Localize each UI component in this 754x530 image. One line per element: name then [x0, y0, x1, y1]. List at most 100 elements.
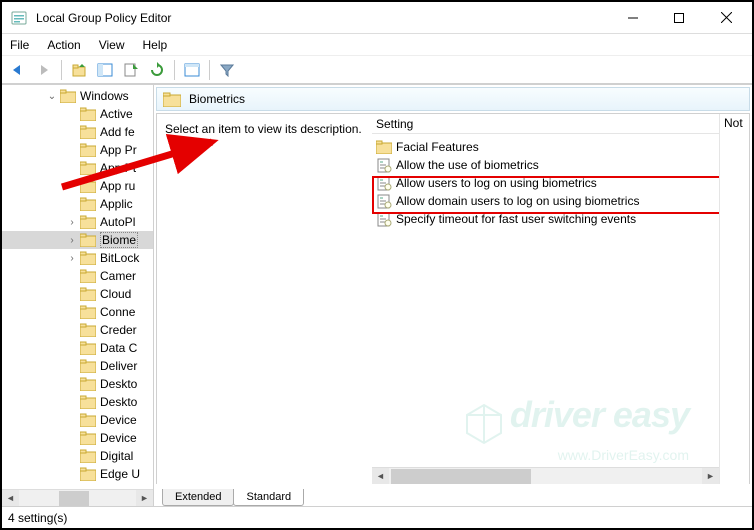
folder-icon — [80, 287, 96, 301]
folder-icon — [80, 107, 96, 121]
list-item-label: Allow users to log on using biometrics — [396, 176, 597, 190]
window-title: Local Group Policy Editor — [36, 11, 610, 25]
menu-action[interactable]: Action — [47, 38, 80, 52]
scroll-right-button[interactable]: ► — [136, 490, 153, 507]
content-area: ⌄WindowsActive Add fe App Pr App Pt App ru Ap… — [2, 84, 752, 506]
tab-standard[interactable]: Standard — [233, 489, 304, 506]
tree-item[interactable]: Add fe — [2, 123, 153, 141]
menu-help[interactable]: Help — [143, 38, 168, 52]
folder-icon — [80, 179, 96, 193]
main-header: Biometrics — [156, 87, 750, 111]
menu-file[interactable]: File — [10, 38, 29, 52]
list-scrollbar-horizontal[interactable]: ◄ ► — [372, 467, 719, 484]
scroll-left-button[interactable]: ◄ — [2, 490, 19, 507]
column-header-state[interactable]: Not — [724, 116, 745, 134]
tree-item[interactable]: ›Biome — [2, 231, 153, 249]
scroll-right-button[interactable]: ► — [702, 468, 719, 485]
tree-item[interactable]: Deskto — [2, 393, 153, 411]
minimize-button[interactable] — [610, 2, 656, 33]
tree-item[interactable]: Digital — [2, 447, 153, 465]
list-item-label: Facial Features — [396, 140, 479, 154]
list-item[interactable]: Allow users to log on using biometrics — [372, 174, 719, 192]
forward-button[interactable] — [32, 59, 56, 81]
tree-item-label: Applic — [100, 197, 133, 211]
scroll-thumb[interactable] — [59, 491, 89, 506]
list-item[interactable]: Specify timeout for fast user switching … — [372, 210, 719, 228]
tree-item-label: Edge U — [100, 467, 140, 481]
tree-item[interactable]: Creder — [2, 321, 153, 339]
show-hide-tree-button[interactable] — [93, 59, 117, 81]
folder-icon — [80, 377, 96, 391]
tree-item[interactable]: App Pr — [2, 141, 153, 159]
filter-button[interactable] — [215, 59, 239, 81]
list-item-label: Allow domain users to log on using biome… — [396, 194, 639, 208]
tree-item[interactable]: Active — [2, 105, 153, 123]
up-button[interactable] — [67, 59, 91, 81]
expander-icon[interactable]: › — [66, 235, 78, 246]
tree-item[interactable]: Deskto — [2, 375, 153, 393]
scroll-left-button[interactable]: ◄ — [372, 468, 389, 485]
tree-item[interactable]: Applic — [2, 195, 153, 213]
tree-item[interactable]: Camer — [2, 267, 153, 285]
toolbar-separator — [61, 60, 62, 80]
menu-view[interactable]: View — [99, 38, 125, 52]
folder-icon — [80, 269, 96, 283]
folder-icon — [163, 92, 181, 107]
list-item[interactable]: Allow the use of biometrics — [372, 156, 719, 174]
list-item-label: Allow the use of biometrics — [396, 158, 539, 172]
tree-scrollbar-horizontal[interactable]: ◄ ► — [2, 489, 153, 506]
refresh-button[interactable] — [145, 59, 169, 81]
tree: ⌄WindowsActive Add fe App Pr App Pt App ru Ap… — [2, 85, 153, 485]
maximize-button[interactable] — [656, 2, 702, 33]
tree-item-label: App ru — [100, 179, 135, 193]
list-item[interactable]: Facial Features — [372, 138, 719, 156]
tree-item[interactable]: Device — [2, 411, 153, 429]
tree-item[interactable]: Deliver — [2, 357, 153, 375]
app-window: Local Group Policy Editor File Action Vi… — [0, 0, 754, 530]
tree-item[interactable]: ›BitLock — [2, 249, 153, 267]
expander-icon[interactable]: › — [66, 253, 78, 264]
tree-item-label: Digital — [100, 449, 133, 463]
tree-item-label: App Pt — [100, 161, 136, 175]
close-button[interactable] — [702, 2, 750, 33]
toolbar-separator — [174, 60, 175, 80]
tree-item[interactable]: App Pt — [2, 159, 153, 177]
tree-item-root[interactable]: ⌄Windows — [2, 87, 153, 105]
column-state: Not — [719, 114, 749, 484]
app-icon — [10, 9, 28, 27]
tree-item-label: Add fe — [100, 125, 135, 139]
settings-list: Setting Facial Features Allow the use of … — [372, 114, 719, 484]
tree-item[interactable]: Conne — [2, 303, 153, 321]
export-list-button[interactable] — [119, 59, 143, 81]
tab-extended[interactable]: Extended — [162, 489, 234, 506]
tree-item[interactable]: Device — [2, 429, 153, 447]
folder-icon — [60, 89, 76, 103]
folder-icon — [80, 449, 96, 463]
properties-button[interactable] — [180, 59, 204, 81]
list-items: Facial Features Allow the use of biometri… — [372, 134, 719, 232]
back-button[interactable] — [6, 59, 30, 81]
tree-item[interactable]: Data C — [2, 339, 153, 357]
list-item[interactable]: Allow domain users to log on using biome… — [372, 192, 719, 210]
folder-icon — [80, 359, 96, 373]
tree-item[interactable]: ›AutoPl — [2, 213, 153, 231]
folder-icon — [80, 395, 96, 409]
expander-icon[interactable]: ⌄ — [46, 91, 58, 102]
list-item-label: Specify timeout for fast user switching … — [396, 212, 636, 226]
tree-item-label: Data C — [100, 341, 137, 355]
folder-icon — [80, 431, 96, 445]
tree-item[interactable]: Edge U — [2, 465, 153, 483]
folder-icon — [80, 323, 96, 337]
tree-item[interactable]: App ru — [2, 177, 153, 195]
tree-item[interactable]: Cloud — [2, 285, 153, 303]
tree-item-label: Deskto — [100, 377, 137, 391]
tree-item-label: App Pr — [100, 143, 137, 157]
tree-scroll[interactable]: ⌄WindowsActive Add fe App Pr App Pt App ru Ap… — [2, 85, 153, 489]
tree-item-label: Deliver — [100, 359, 137, 373]
policy-icon — [376, 157, 392, 173]
folder-icon — [80, 125, 96, 139]
folder-icon — [80, 197, 96, 211]
column-header-setting[interactable]: Setting — [372, 114, 719, 134]
expander-icon[interactable]: › — [66, 217, 78, 228]
scroll-thumb[interactable] — [391, 469, 531, 484]
